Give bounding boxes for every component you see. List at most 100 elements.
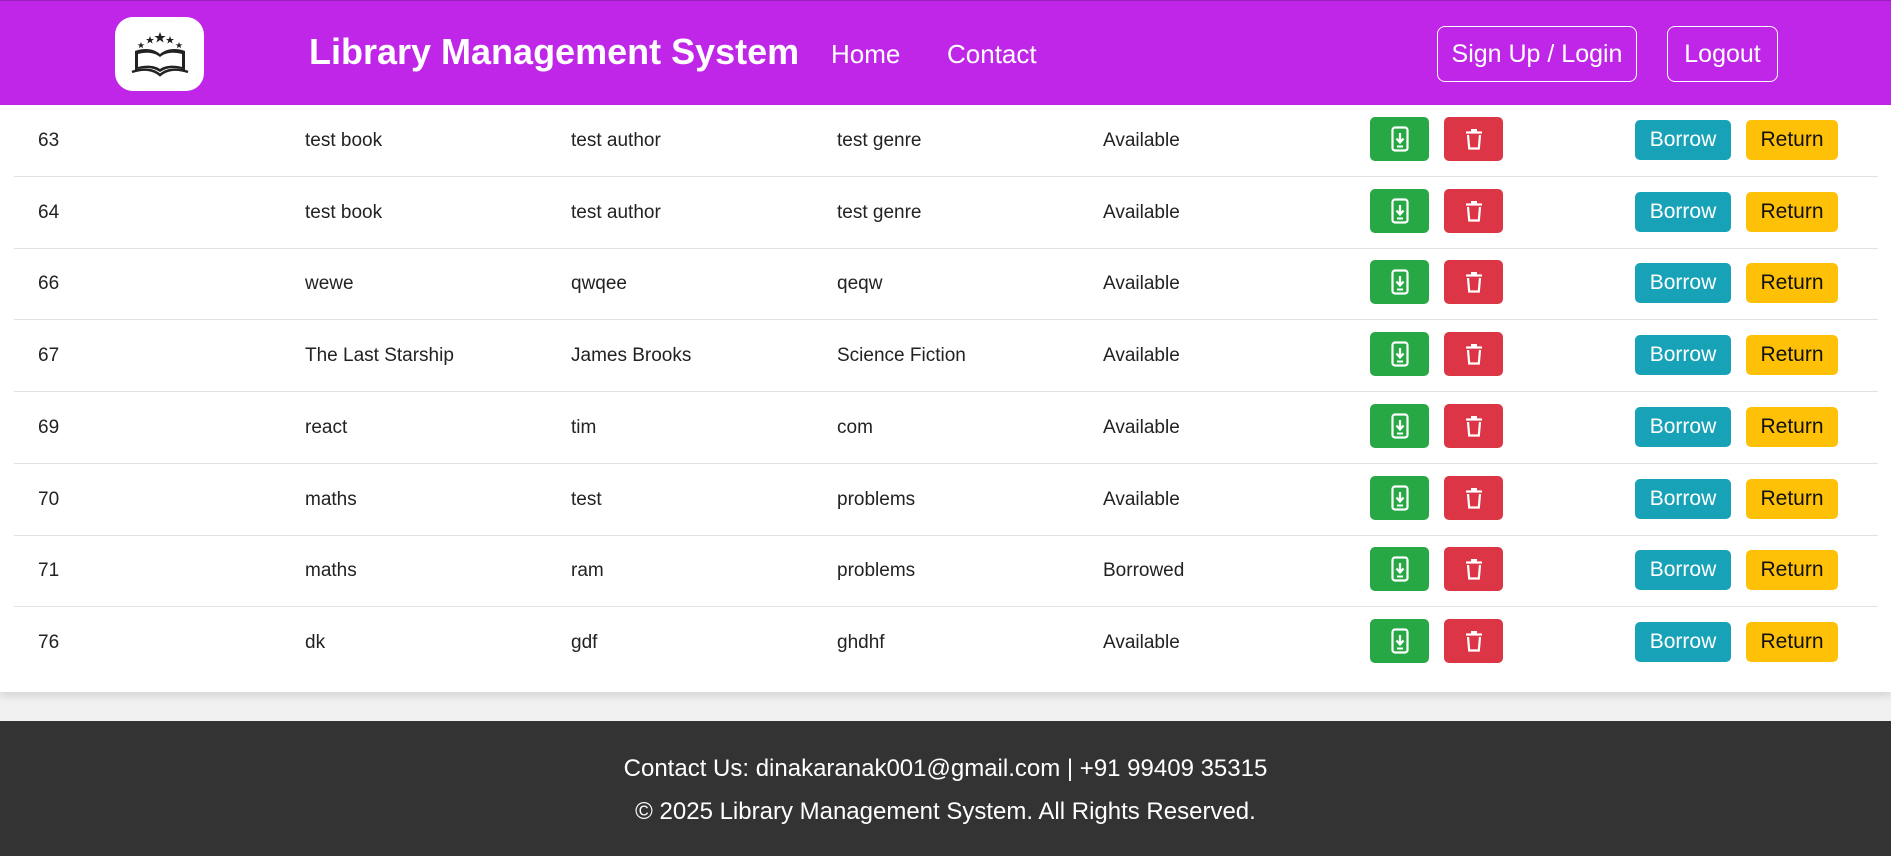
- book-status-cell: Available: [1103, 130, 1180, 151]
- return-button[interactable]: Return: [1746, 621, 1838, 662]
- book-author-cell: James Brooks: [571, 345, 692, 367]
- book-genre-cell: test genre: [837, 130, 922, 151]
- nav-contact-link[interactable]: Contact: [947, 39, 1037, 70]
- navbar: Library Management System Home Contact S…: [0, 0, 1891, 105]
- phone-download-icon: [1390, 556, 1409, 582]
- book-id-cell: 76: [38, 631, 60, 653]
- table-row: 71 maths ram problems Borrowed Borrow Return: [14, 535, 1878, 608]
- return-button[interactable]: Return: [1746, 550, 1838, 591]
- borrow-button[interactable]: Borrow: [1635, 478, 1731, 519]
- book-genre-cell: ghdhf: [837, 631, 885, 653]
- phone-download-icon: [1390, 198, 1409, 224]
- open-book-stars-icon: [131, 32, 188, 77]
- nav-home-link[interactable]: Home: [831, 39, 900, 70]
- trash-icon: [1465, 415, 1482, 437]
- delete-button[interactable]: [1444, 618, 1503, 663]
- book-id-cell: 66: [38, 273, 60, 295]
- trash-icon: [1465, 344, 1482, 365]
- delete-button[interactable]: [1444, 475, 1503, 520]
- book-author-cell: test author: [571, 130, 661, 151]
- delete-button[interactable]: [1444, 117, 1503, 161]
- book-author-cell: gdf: [571, 631, 598, 653]
- delete-button[interactable]: [1444, 260, 1503, 305]
- signup-login-button[interactable]: Sign Up / Login: [1437, 26, 1637, 82]
- return-button[interactable]: Return: [1746, 191, 1838, 232]
- return-button[interactable]: Return: [1746, 335, 1838, 376]
- phone-download-icon: [1390, 341, 1409, 367]
- trash-icon: [1465, 200, 1482, 222]
- trash-icon: [1465, 272, 1482, 293]
- book-id-cell: 67: [38, 345, 60, 367]
- borrow-button[interactable]: Borrow: [1635, 335, 1731, 376]
- download-button[interactable]: [1370, 547, 1429, 592]
- return-button[interactable]: Return: [1746, 478, 1838, 519]
- download-button[interactable]: [1370, 475, 1429, 520]
- return-button[interactable]: Return: [1746, 120, 1838, 160]
- borrow-button[interactable]: Borrow: [1635, 550, 1731, 591]
- download-button[interactable]: [1370, 332, 1429, 377]
- book-title-cell: maths: [305, 560, 357, 582]
- delete-button[interactable]: [1444, 403, 1503, 448]
- delete-button[interactable]: [1444, 332, 1503, 377]
- download-button[interactable]: [1370, 260, 1429, 305]
- trash-icon: [1465, 487, 1482, 509]
- trash-icon: [1465, 129, 1482, 150]
- phone-download-icon: [1390, 269, 1409, 295]
- book-author-cell: tim: [571, 416, 597, 438]
- book-title-cell: wewe: [305, 273, 354, 295]
- borrow-button[interactable]: Borrow: [1635, 406, 1731, 447]
- borrow-button[interactable]: Borrow: [1635, 263, 1731, 304]
- logout-button[interactable]: Logout: [1667, 26, 1778, 82]
- borrow-button[interactable]: Borrow: [1635, 621, 1731, 662]
- book-id-cell: 69: [38, 416, 60, 438]
- book-genre-cell: test genre: [837, 201, 922, 223]
- trash-icon: [1465, 630, 1482, 652]
- book-status-cell: Borrowed: [1103, 560, 1185, 582]
- footer-copyright: © 2025 Library Management System. All Ri…: [635, 798, 1256, 825]
- site-title: Library Management System: [309, 31, 800, 72]
- table-row: 64 test book test author test genre Availabl…: [14, 177, 1878, 249]
- book-id-cell: 64: [38, 201, 60, 223]
- download-button[interactable]: [1370, 188, 1429, 233]
- table-row: 69 react tim com Available Borrow Return: [14, 392, 1878, 464]
- logo[interactable]: [115, 17, 204, 91]
- delete-button[interactable]: [1444, 547, 1503, 592]
- book-title-cell: dk: [305, 631, 326, 653]
- book-status-cell: Available: [1103, 488, 1180, 510]
- book-genre-cell: problems: [837, 488, 916, 510]
- return-button[interactable]: Return: [1746, 263, 1838, 304]
- book-genre-cell: qeqw: [837, 273, 883, 295]
- book-author-cell: test author: [571, 201, 661, 223]
- book-status-cell: Available: [1103, 416, 1180, 438]
- book-genre-cell: com: [837, 416, 873, 438]
- book-genre-cell: problems: [837, 560, 916, 582]
- download-button[interactable]: [1370, 117, 1429, 161]
- phone-download-icon: [1390, 126, 1409, 152]
- book-id-cell: 70: [38, 488, 60, 510]
- book-id-cell: 71: [38, 560, 60, 582]
- book-status-cell: Available: [1103, 631, 1180, 653]
- download-button[interactable]: [1370, 618, 1429, 663]
- return-button[interactable]: Return: [1746, 406, 1838, 447]
- book-title-cell: The Last Starship: [305, 345, 454, 367]
- borrow-button[interactable]: Borrow: [1635, 120, 1731, 160]
- book-id-cell: 63: [38, 130, 60, 151]
- table-row: 67 The Last Starship James Brooks Science F…: [14, 320, 1878, 393]
- book-author-cell: test: [571, 488, 602, 510]
- book-title-cell: react: [305, 416, 348, 438]
- book-title-cell: test book: [305, 201, 383, 223]
- table-row: 70 maths test problems Available Borrow Return: [14, 464, 1878, 536]
- book-title-cell: test book: [305, 130, 383, 151]
- books-table: 63 test book test author test genre Availabl…: [0, 105, 1891, 692]
- phone-download-icon: [1390, 484, 1409, 511]
- download-button[interactable]: [1370, 403, 1429, 448]
- table-row: 76 dk gdf ghdhf Available Borrow Return: [14, 607, 1878, 679]
- delete-button[interactable]: [1444, 188, 1503, 233]
- book-title-cell: maths: [305, 488, 357, 510]
- book-status-cell: Available: [1103, 345, 1180, 367]
- book-genre-cell: Science Fiction: [837, 345, 966, 367]
- table-row: 66 wewe qwqee qeqw Available Borrow Return: [14, 248, 1878, 321]
- footer-contact: Contact Us: dinakaranak001@gmail.com | +…: [623, 755, 1268, 782]
- borrow-button[interactable]: Borrow: [1635, 191, 1731, 232]
- book-author-cell: ram: [571, 560, 604, 582]
